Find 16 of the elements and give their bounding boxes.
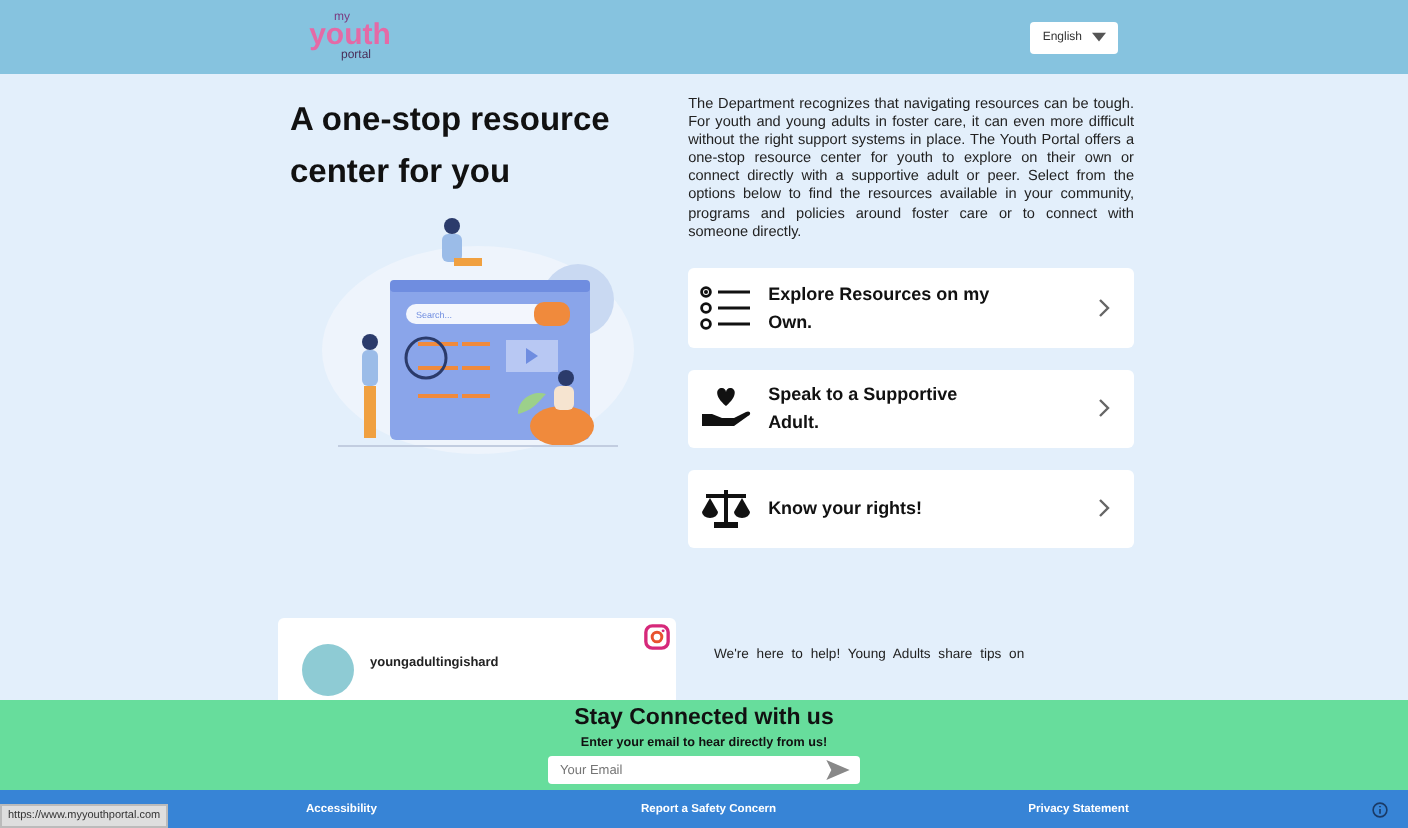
avatar-circle bbox=[302, 643, 354, 696]
hand-heart-icon bbox=[700, 386, 753, 431]
chevron-right-icon bbox=[1098, 297, 1110, 318]
option-card[interactable]: Speak to a Supportive Adult. bbox=[688, 369, 1134, 448]
caret-icon bbox=[1092, 32, 1106, 42]
option-card[interactable]: Explore Resources on my Own. bbox=[688, 267, 1134, 348]
chevron-right-icon bbox=[1098, 398, 1110, 419]
scales-icon bbox=[700, 486, 753, 531]
option-card[interactable]: Know your rights! bbox=[688, 469, 1134, 548]
list-icon bbox=[700, 285, 753, 330]
info-icon[interactable] bbox=[1372, 801, 1388, 817]
newsletter-title: Stay Connected with us bbox=[574, 704, 834, 732]
page-heading: A one-stop resource center for you bbox=[290, 100, 612, 194]
send-icon[interactable] bbox=[826, 760, 850, 780]
chevron-right-icon bbox=[1098, 498, 1110, 519]
instagram-icon[interactable] bbox=[644, 623, 670, 650]
